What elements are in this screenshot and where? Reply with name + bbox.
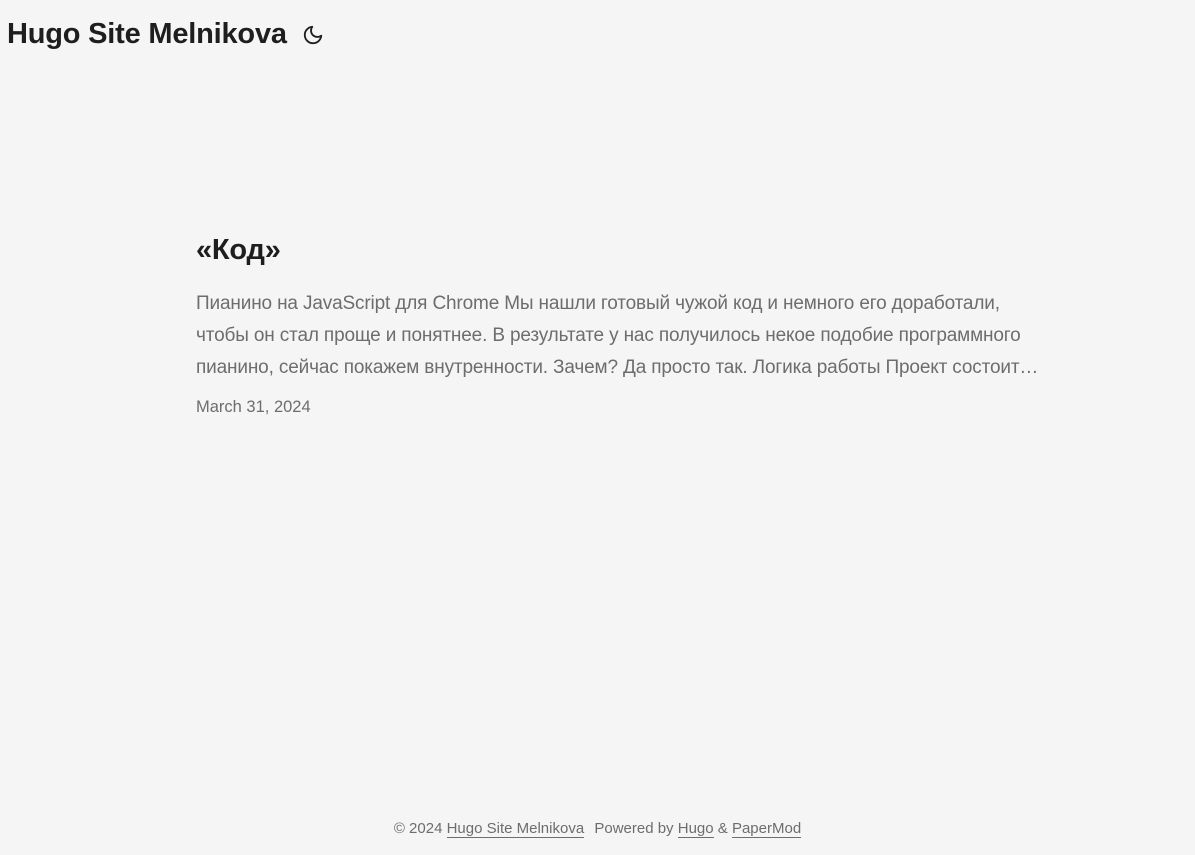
ampersand-text: & [717, 820, 728, 837]
papermod-link[interactable]: PaperMod [731, 820, 802, 838]
footer-site-link[interactable]: Hugo Site Melnikova [446, 820, 585, 838]
post-title[interactable]: «Код» [196, 230, 1096, 270]
site-footer: © 2024 Hugo Site Melnikova Powered by Hu… [0, 820, 1195, 838]
post-entry[interactable]: «Код» Пианино на JavaScript для Chrome М… [196, 230, 1096, 417]
site-title-link[interactable]: Hugo Site Melnikova [7, 18, 287, 51]
copyright-text: © 2024 [393, 820, 443, 837]
post-summary-line: чтобы он стал проще и понятнее. В резуль… [196, 325, 1021, 346]
theme-toggle-button[interactable] [301, 23, 325, 47]
post-date: March 31, 2024 [196, 398, 311, 416]
post-summary-line: Пианино на JavaScript для Chrome Мы нашл… [196, 293, 1000, 314]
post-summary: Пианино на JavaScript для Chrome Мы нашл… [196, 288, 1096, 384]
site-header: Hugo Site Melnikova [7, 14, 325, 54]
hugo-link[interactable]: Hugo [677, 820, 714, 838]
powered-by-text: Powered by [594, 820, 674, 837]
moon-icon [303, 25, 322, 45]
post-summary-line: пианино, сейчас покажем внутренности. За… [196, 357, 1039, 378]
